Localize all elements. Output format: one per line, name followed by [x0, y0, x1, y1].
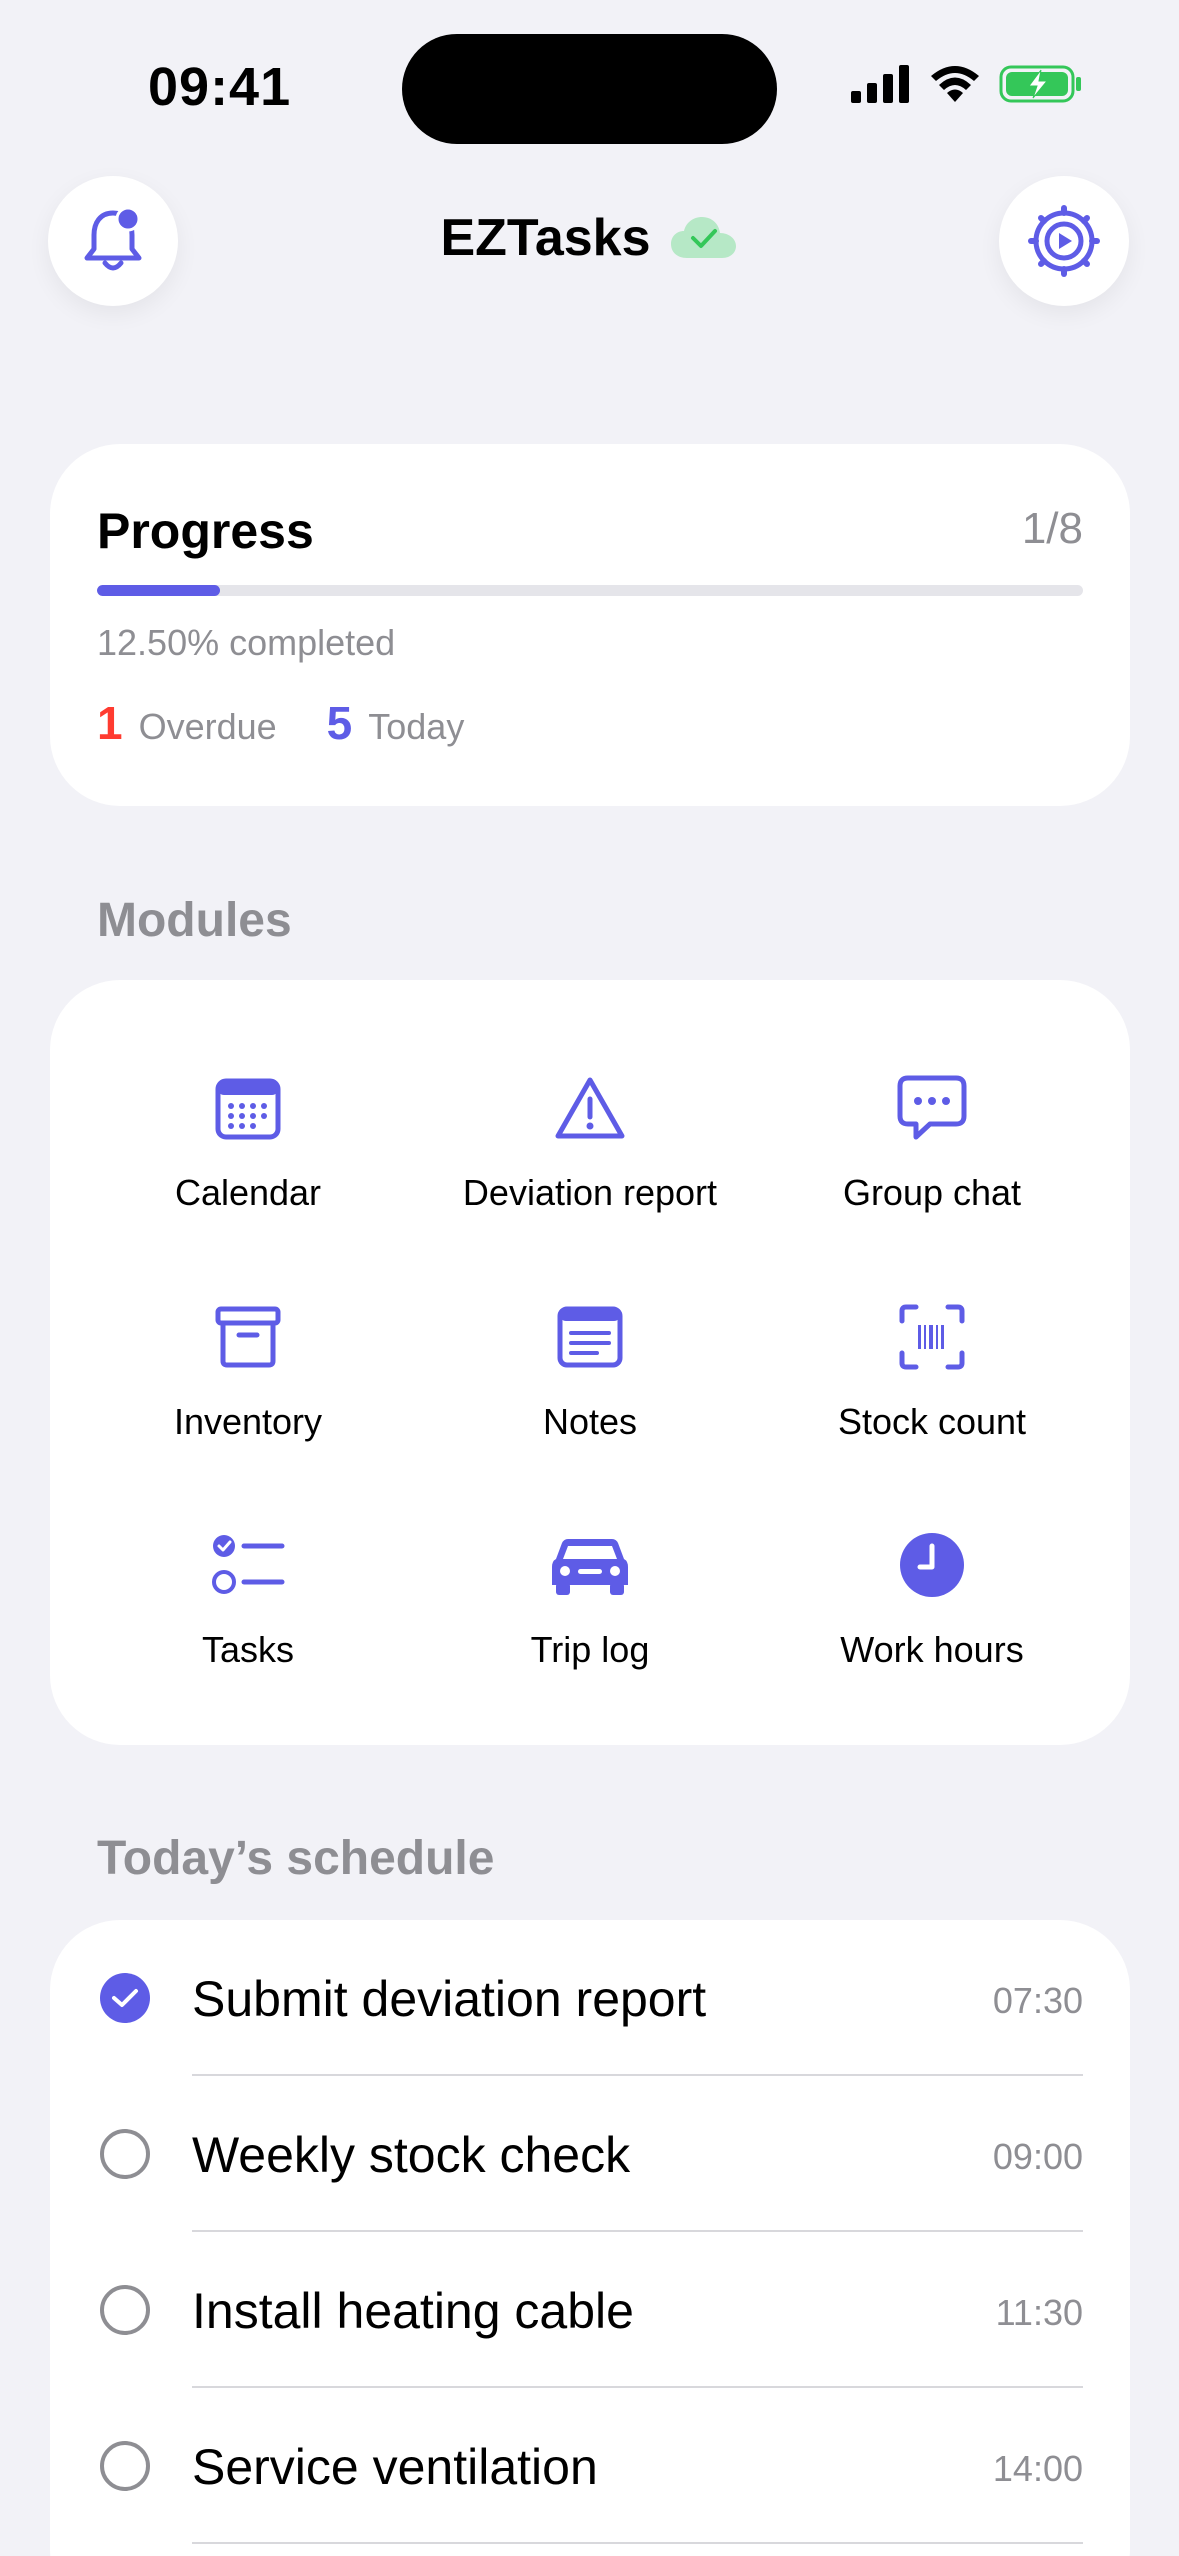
checkmark-icon — [112, 1989, 138, 2007]
overdue-label: Overdue — [138, 706, 277, 747]
checklist-icon — [212, 1535, 285, 1594]
calendar-icon — [215, 1078, 281, 1140]
checkbox[interactable] — [100, 2285, 150, 2335]
car-icon — [552, 1539, 628, 1595]
schedule-item-title: Weekly stock check — [192, 2127, 631, 2183]
schedule-item[interactable]: Service ventilation 14:00 — [50, 2388, 1130, 2544]
chat-bubble-icon — [897, 1075, 967, 1140]
divider — [192, 2542, 1083, 2544]
module-inventory[interactable]: Inventory — [78, 1297, 418, 1467]
today-count: 5 — [326, 697, 353, 749]
module-trip-log[interactable]: Trip log — [420, 1525, 760, 1695]
status-icons — [851, 64, 1083, 104]
schedule-item[interactable]: Submit deviation report 07:30 — [50, 1920, 1130, 2076]
schedule-item-time: 14:00 — [992, 2448, 1083, 2489]
schedule-item[interactable]: Install heating cable 11:30 — [50, 2232, 1130, 2388]
barcode-scanner-icon — [899, 1304, 965, 1370]
progress-title: Progress — [97, 503, 314, 559]
module-notes[interactable]: Notes — [420, 1297, 760, 1467]
overdue-count: 1 — [97, 697, 123, 749]
schedule-item-title: Service ventilation — [192, 2439, 598, 2495]
module-label: Tasks — [201, 1629, 295, 1670]
schedule-heading: Today’s schedule — [97, 1832, 495, 1885]
module-label: Group chat — [842, 1172, 1022, 1213]
battery-charging-icon — [999, 65, 1081, 103]
progress-fraction: 1/8 — [1021, 504, 1083, 553]
archive-box-icon — [215, 1306, 281, 1368]
status-time: 09:41 — [148, 57, 292, 117]
today-label: Today — [368, 706, 465, 747]
modules-card: Calendar Deviation report Group chat Inv… — [50, 980, 1130, 1745]
progress-percent: 12.50% completed — [97, 622, 396, 663]
dynamic-island — [402, 34, 777, 144]
schedule-item-title: Submit deviation report — [192, 1971, 707, 2027]
module-tasks[interactable]: Tasks — [78, 1525, 418, 1695]
progress-bar-fill — [97, 585, 221, 596]
checkbox[interactable] — [100, 2441, 150, 2491]
cellular-signal-icon — [851, 65, 909, 103]
clock-icon — [900, 1533, 964, 1597]
completed-checkbox[interactable] — [100, 1973, 150, 2023]
module-label: Notes — [542, 1401, 638, 1442]
schedule-item-title: Install heating cable — [192, 2283, 634, 2339]
module-label: Trip log — [530, 1629, 650, 1670]
progress-card[interactable]: Progress 1/8 12.50% completed 1 Overdue … — [50, 444, 1130, 806]
module-calendar[interactable]: Calendar — [78, 1068, 418, 1238]
modules-heading: Modules — [97, 894, 292, 947]
schedule-item[interactable]: Weekly stock check 09:00 — [50, 2076, 1130, 2232]
schedule-item-time: 11:30 — [995, 2292, 1083, 2333]
settings-button[interactable] — [999, 176, 1129, 306]
progress-stats: 1 Overdue 5 Today — [97, 696, 464, 750]
notes-icon — [557, 1306, 623, 1368]
checkbox[interactable] — [100, 2129, 150, 2179]
module-label: Deviation report — [462, 1172, 718, 1213]
wifi-icon — [931, 66, 979, 102]
cloud-synced-icon — [670, 217, 736, 258]
module-stock-count[interactable]: Stock count — [762, 1297, 1102, 1467]
app-title: EZTasks — [440, 209, 651, 267]
progress-bar — [97, 585, 1083, 596]
module-label: Stock count — [837, 1401, 1027, 1442]
module-label: Calendar — [174, 1172, 322, 1213]
warning-triangle-icon — [555, 1077, 625, 1139]
schedule-item-time: 09:00 — [992, 2136, 1083, 2177]
module-label: Work hours — [840, 1629, 1024, 1670]
schedule-card: Submit deviation report 07:30 Weekly sto… — [50, 1920, 1130, 2556]
gear-icon — [1028, 205, 1100, 277]
schedule-item-time: 07:30 — [992, 1980, 1083, 2021]
module-work-hours[interactable]: Work hours — [762, 1525, 1102, 1695]
module-deviation-report[interactable]: Deviation report — [420, 1068, 760, 1238]
module-label: Inventory — [173, 1401, 323, 1442]
status-bar: 09:41 — [0, 0, 1179, 160]
module-group-chat[interactable]: Group chat — [762, 1068, 1102, 1238]
